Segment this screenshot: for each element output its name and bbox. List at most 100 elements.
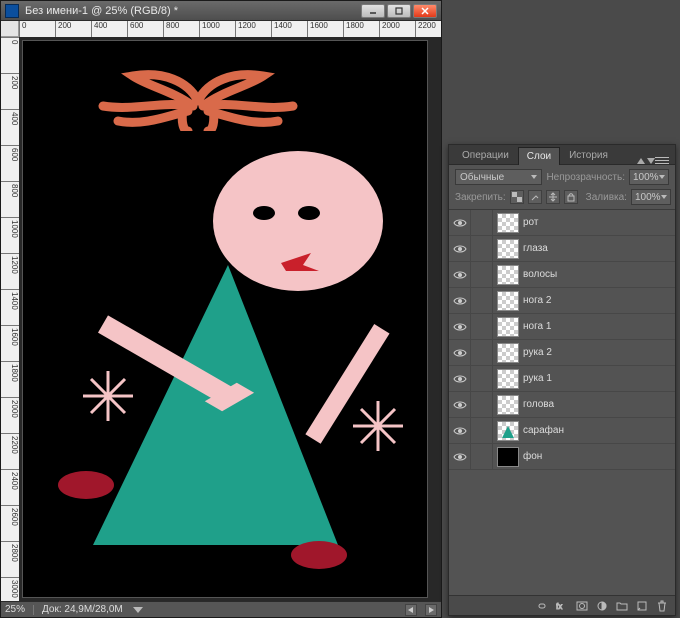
visibility-toggle[interactable] [449, 262, 471, 288]
visibility-toggle[interactable] [449, 418, 471, 444]
art-spark-right [353, 401, 403, 451]
canvas[interactable] [23, 41, 427, 597]
visibility-toggle[interactable] [449, 314, 471, 340]
layer-thumbnail[interactable] [497, 395, 519, 415]
status-menu-icon[interactable] [133, 607, 143, 613]
layer-thumbnail[interactable] [497, 343, 519, 363]
ruler-tick: 2000 [379, 21, 415, 37]
title-bar[interactable]: Без имени-1 @ 25% (RGB/8) * [1, 1, 441, 21]
layer-row[interactable]: нога 1 [449, 314, 675, 340]
adjustment-icon[interactable] [595, 599, 609, 613]
window-buttons [361, 4, 437, 18]
layer-row[interactable]: рука 2 [449, 340, 675, 366]
layer-name[interactable]: глаза [523, 243, 675, 254]
layer-name[interactable]: рука 2 [523, 347, 675, 358]
layer-row[interactable]: нога 2 [449, 288, 675, 314]
art-foot-left [58, 471, 114, 499]
scroll-right-icon[interactable] [425, 604, 437, 616]
layer-name[interactable]: фон [523, 451, 675, 462]
fx-icon[interactable]: fx [555, 599, 569, 613]
scroll-left-icon[interactable] [405, 604, 417, 616]
zoom-value[interactable]: 25% [5, 604, 25, 615]
layer-thumbnail[interactable] [497, 447, 519, 467]
layer-name[interactable]: сарафан [523, 425, 675, 436]
layer-row[interactable]: рот [449, 210, 675, 236]
layer-thumbnail[interactable] [497, 369, 519, 389]
ruler-tick: 1200 [235, 21, 271, 37]
layer-name[interactable]: рот [523, 217, 675, 228]
new-layer-icon[interactable] [635, 599, 649, 613]
app-icon [5, 4, 19, 18]
tab-operations[interactable]: Операции [453, 146, 518, 164]
lock-transparent-icon[interactable] [510, 190, 524, 204]
layer-thumbnail[interactable] [497, 291, 519, 311]
layer-row[interactable]: сарафан [449, 418, 675, 444]
lock-column[interactable] [471, 418, 493, 444]
art-hair [93, 61, 303, 131]
visibility-toggle[interactable] [449, 210, 471, 236]
layer-row[interactable]: голова [449, 392, 675, 418]
visibility-toggle[interactable] [449, 444, 471, 470]
ruler-tick: 200 [55, 21, 91, 37]
canvas-viewport[interactable] [19, 37, 441, 601]
ruler-tick: 1000 [1, 217, 19, 253]
close-button[interactable] [413, 4, 437, 18]
opacity-input[interactable]: 100% [629, 169, 669, 185]
layer-thumbnail[interactable] [497, 239, 519, 259]
panel-tabs: Операции Слои История [449, 145, 675, 165]
visibility-toggle[interactable] [449, 288, 471, 314]
panel-dock-icon[interactable] [637, 158, 655, 164]
tab-history[interactable]: История [560, 146, 617, 164]
layer-thumbnail[interactable] [497, 265, 519, 285]
layer-thumbnail[interactable] [497, 317, 519, 337]
lock-column[interactable] [471, 392, 493, 418]
visibility-toggle[interactable] [449, 366, 471, 392]
tab-layers[interactable]: Слои [518, 147, 560, 165]
group-icon[interactable] [615, 599, 629, 613]
layer-name[interactable]: нога 2 [523, 295, 675, 306]
ruler-origin[interactable] [1, 21, 19, 37]
ruler-tick: 2600 [1, 505, 19, 541]
mask-icon[interactable] [575, 599, 589, 613]
layer-name[interactable]: волосы [523, 269, 675, 280]
maximize-button[interactable] [387, 4, 411, 18]
panel-menu-icon[interactable] [655, 156, 669, 164]
lock-column[interactable] [471, 236, 493, 262]
ruler-vertical[interactable]: 0200400600800100012001400160018002000220… [1, 37, 19, 601]
lock-column[interactable] [471, 288, 493, 314]
lock-column[interactable] [471, 340, 493, 366]
art-eye-left [253, 206, 275, 220]
visibility-toggle[interactable] [449, 392, 471, 418]
trash-icon[interactable] [655, 599, 669, 613]
visibility-toggle[interactable] [449, 236, 471, 262]
ruler-tick: 600 [127, 21, 163, 37]
link-layers-icon[interactable] [535, 599, 549, 613]
minimize-button[interactable] [361, 4, 385, 18]
lock-column[interactable] [471, 262, 493, 288]
chevron-down-icon [659, 175, 665, 179]
lock-pixels-icon[interactable] [528, 190, 542, 204]
layer-name[interactable]: рука 1 [523, 373, 675, 384]
layer-row[interactable]: рука 1 [449, 366, 675, 392]
layer-row[interactable]: волосы [449, 262, 675, 288]
lock-column[interactable] [471, 366, 493, 392]
art-eye-right [298, 206, 320, 220]
visibility-toggle[interactable] [449, 340, 471, 366]
chevron-down-icon [661, 195, 667, 199]
fill-input[interactable]: 100% [631, 189, 671, 205]
layer-thumbnail[interactable] [497, 421, 519, 441]
lock-column[interactable] [471, 210, 493, 236]
layer-name[interactable]: нога 1 [523, 321, 675, 332]
lock-column[interactable] [471, 444, 493, 470]
lock-all-icon[interactable] [564, 190, 578, 204]
ruler-horizontal[interactable]: 0200400600800100012001400160018002000220… [19, 21, 441, 37]
layer-name[interactable]: голова [523, 399, 675, 410]
ruler-tick: 0 [1, 37, 19, 73]
layer-list[interactable]: рот глаза волосы нога 2 нога 1 рука 2 рука 1 го… [449, 210, 675, 595]
layer-row[interactable]: глаза [449, 236, 675, 262]
blend-mode-select[interactable]: Обычные [455, 169, 542, 185]
lock-position-icon[interactable] [546, 190, 560, 204]
layer-row[interactable]: фон [449, 444, 675, 470]
lock-column[interactable] [471, 314, 493, 340]
layer-thumbnail[interactable] [497, 213, 519, 233]
